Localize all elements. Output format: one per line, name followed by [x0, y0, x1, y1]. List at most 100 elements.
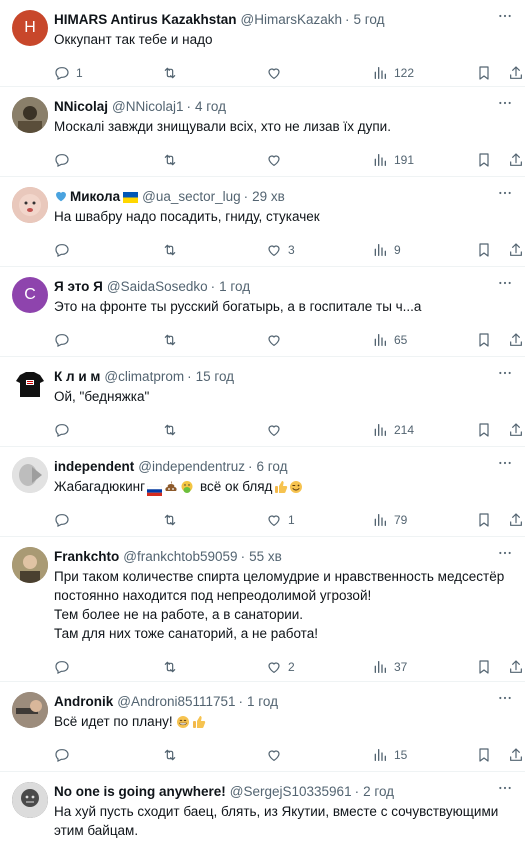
share-button[interactable]: [508, 512, 524, 528]
tweet[interactable]: Микола @ua_sector_lug · 29 хв На швабру …: [0, 177, 525, 267]
retweet-button[interactable]: [162, 152, 184, 168]
bookmark-button[interactable]: [476, 242, 492, 258]
author-handle[interactable]: @ua_sector_lug: [142, 189, 241, 204]
tweet[interactable]: NNicolaj @NNicolaj1 · 4 год Москалі завж…: [0, 87, 525, 177]
more-icon[interactable]: [495, 185, 515, 201]
author-handle[interactable]: @HimarsKazakh: [241, 12, 342, 27]
avatar[interactable]: [12, 692, 48, 728]
timestamp[interactable]: 15 год: [196, 369, 234, 384]
bookmark-button[interactable]: [476, 512, 492, 528]
retweet-button[interactable]: [162, 659, 184, 675]
author-name[interactable]: NNicolaj: [54, 99, 108, 114]
bookmark-button[interactable]: [476, 659, 492, 675]
share-button[interactable]: [508, 659, 524, 675]
like-button[interactable]: [266, 65, 288, 81]
retweet-button[interactable]: [162, 512, 184, 528]
share-button[interactable]: [508, 747, 524, 763]
retweet-button[interactable]: [162, 747, 184, 763]
like-button[interactable]: 2: [266, 659, 295, 675]
avatar[interactable]: [12, 782, 48, 818]
bookmark-button[interactable]: [476, 332, 492, 348]
author-handle[interactable]: @Androni85111751: [117, 694, 235, 709]
author-name[interactable]: Frankchto: [54, 549, 119, 564]
tweet[interactable]: independent @independentruz · 6 год Жаба…: [0, 447, 525, 537]
more-icon[interactable]: [495, 690, 515, 706]
tweet[interactable]: Frankchto @frankchtob59059 · 55 хв При т…: [0, 537, 525, 682]
author-handle[interactable]: @independentruz: [138, 459, 245, 474]
avatar[interactable]: [12, 97, 48, 133]
reply-button[interactable]: [54, 242, 76, 258]
timestamp[interactable]: 1 год: [247, 694, 278, 709]
tweet[interactable]: C Я это Я @SaidaSosedko · 1 год Это на ф…: [0, 267, 525, 357]
author-handle[interactable]: @climatprom: [104, 369, 184, 384]
more-icon[interactable]: [495, 365, 515, 381]
share-button[interactable]: [508, 332, 524, 348]
views-button[interactable]: 79: [372, 512, 407, 528]
avatar[interactable]: H: [12, 10, 48, 46]
tweet[interactable]: No one is going anywhere! @SergejS103359…: [0, 772, 525, 842]
author-handle[interactable]: @frankchtob59059: [123, 549, 237, 564]
more-icon[interactable]: [495, 8, 515, 24]
reply-button[interactable]: [54, 332, 76, 348]
more-icon[interactable]: [495, 780, 515, 796]
tweet[interactable]: H HIMARS Antirus Kazakhstan @HimarsKazak…: [0, 0, 525, 87]
more-icon[interactable]: [495, 275, 515, 291]
more-icon[interactable]: [495, 545, 515, 561]
more-icon[interactable]: [495, 95, 515, 111]
views-button[interactable]: 122: [372, 65, 414, 81]
timestamp[interactable]: 29 хв: [252, 189, 285, 204]
like-button[interactable]: [266, 152, 288, 168]
like-button[interactable]: [266, 422, 288, 438]
avatar[interactable]: [12, 187, 48, 223]
avatar[interactable]: [12, 367, 48, 403]
share-button[interactable]: [508, 152, 524, 168]
timestamp[interactable]: 55 хв: [249, 549, 282, 564]
avatar[interactable]: [12, 457, 48, 493]
tweet[interactable]: Andronik @Androni85111751 · 1 год Всё ид…: [0, 682, 525, 772]
author-name[interactable]: HIMARS Antirus Kazakhstan: [54, 12, 237, 27]
avatar[interactable]: C: [12, 277, 48, 313]
author-handle[interactable]: @SergejS10335961: [230, 784, 352, 799]
bookmark-button[interactable]: [476, 747, 492, 763]
timestamp[interactable]: 4 год: [195, 99, 226, 114]
views-button[interactable]: 191: [372, 152, 414, 168]
like-button[interactable]: 1: [266, 512, 295, 528]
avatar[interactable]: [12, 547, 48, 583]
retweet-button[interactable]: [162, 242, 184, 258]
share-button[interactable]: [508, 422, 524, 438]
bookmark-button[interactable]: [476, 152, 492, 168]
author-name[interactable]: К л и м: [54, 369, 100, 384]
more-icon[interactable]: [495, 455, 515, 471]
author-name[interactable]: Andronik: [54, 694, 113, 709]
views-button[interactable]: 15: [372, 747, 407, 763]
author-name[interactable]: Я это Я: [54, 279, 103, 294]
like-button[interactable]: [266, 332, 288, 348]
author-name[interactable]: Микола: [70, 189, 120, 204]
retweet-button[interactable]: [162, 332, 184, 348]
timestamp[interactable]: 5 год: [354, 12, 385, 27]
reply-button[interactable]: [54, 512, 76, 528]
like-button[interactable]: [266, 747, 288, 763]
views-button[interactable]: 9: [372, 242, 401, 258]
author-name[interactable]: No one is going anywhere!: [54, 784, 226, 799]
reply-button[interactable]: [54, 422, 76, 438]
retweet-button[interactable]: [162, 422, 184, 438]
author-handle[interactable]: @NNicolaj1: [112, 99, 183, 114]
views-button[interactable]: 37: [372, 659, 407, 675]
share-button[interactable]: [508, 65, 524, 81]
like-button[interactable]: 3: [266, 242, 295, 258]
author-name[interactable]: independent: [54, 459, 134, 474]
bookmark-button[interactable]: [476, 65, 492, 81]
bookmark-button[interactable]: [476, 422, 492, 438]
author-handle[interactable]: @SaidaSosedko: [107, 279, 208, 294]
reply-button[interactable]: 1: [54, 65, 83, 81]
views-button[interactable]: 65: [372, 332, 407, 348]
timestamp[interactable]: 2 год: [363, 784, 394, 799]
tweet[interactable]: К л и м @climatprom · 15 год Ой, "бедняж…: [0, 357, 525, 447]
views-button[interactable]: 214: [372, 422, 414, 438]
reply-button[interactable]: [54, 152, 76, 168]
reply-button[interactable]: [54, 747, 76, 763]
timestamp[interactable]: 6 год: [257, 459, 288, 474]
share-button[interactable]: [508, 242, 524, 258]
timestamp[interactable]: 1 год: [219, 279, 250, 294]
